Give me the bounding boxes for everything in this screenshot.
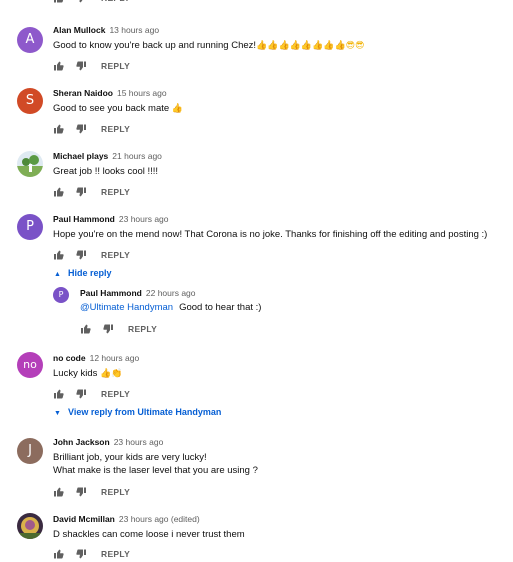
reply-button[interactable]: REPLY — [101, 187, 130, 197]
dislike-icon[interactable] — [75, 123, 87, 135]
like-icon[interactable] — [53, 60, 65, 72]
author-name[interactable]: Sheran Naidoo — [53, 88, 113, 98]
photo-avatar-image — [17, 513, 43, 539]
comment-text: Lucky kids 👍👏 — [53, 368, 123, 379]
like-icon[interactable] — [53, 186, 65, 198]
author-name[interactable]: Michael plays — [53, 151, 108, 161]
dislike-icon[interactable] — [75, 60, 87, 72]
like-icon[interactable] — [80, 323, 92, 335]
emoji: 👍👍👍👍👍👍👍👍😎😎 — [256, 41, 365, 51]
timestamp[interactable]: 22 hours ago — [146, 288, 196, 298]
timestamp[interactable]: 13 hours ago — [109, 25, 159, 35]
comment-actions: REPLY — [53, 0, 153, 6]
author-name[interactable]: Alan Mullock — [53, 25, 105, 35]
reply-button[interactable]: REPLY — [101, 487, 130, 497]
reply-text: @Ultimate Handyman Good to hear that :) — [80, 302, 262, 313]
timestamp[interactable]: 21 hours ago — [112, 151, 162, 161]
reply-button[interactable]: REPLY — [101, 549, 130, 559]
reply-button[interactable]: REPLY — [101, 389, 130, 399]
chevron-down-icon: ▼ — [54, 410, 61, 417]
like-icon[interactable] — [53, 0, 65, 4]
comment-text: D shackles can come loose i never trust … — [53, 529, 245, 540]
comment-header: Alan Mullock 13 hours ago — [53, 25, 159, 35]
mention-link[interactable]: @Ultimate Handyman — [80, 302, 173, 313]
emoji: 👍 — [171, 104, 184, 114]
comment-header: Sheran Naidoo 15 hours ago — [53, 88, 167, 98]
like-icon[interactable] — [53, 249, 65, 261]
avatar[interactable]: no — [17, 352, 43, 378]
comment-text: Brilliant job, your kids are very lucky! — [53, 452, 207, 463]
comment-text-line-2: What make is the laser level that you ar… — [53, 465, 258, 476]
timestamp[interactable]: 12 hours ago — [90, 353, 140, 363]
reply-button[interactable]: REPLY — [101, 0, 130, 3]
dislike-icon[interactable] — [102, 323, 114, 335]
dislike-icon[interactable] — [75, 388, 87, 400]
like-icon[interactable] — [53, 388, 65, 400]
dislike-icon[interactable] — [75, 0, 87, 4]
avatar[interactable]: A — [17, 27, 43, 53]
comment-actions: REPLY — [53, 186, 153, 200]
emoji: 👍👏 — [100, 369, 123, 379]
avatar[interactable]: S — [17, 88, 43, 114]
comment-header: John Jackson 23 hours ago — [53, 437, 163, 447]
author-name[interactable]: John Jackson — [53, 437, 110, 447]
comment-header: no code 12 hours ago — [53, 353, 139, 363]
timestamp[interactable]: 23 hours ago — [119, 214, 169, 224]
comment-actions: REPLY — [53, 388, 153, 402]
author-name[interactable]: Paul Hammond — [80, 288, 142, 298]
avatar[interactable]: J — [17, 438, 43, 464]
timestamp[interactable]: 15 hours ago — [117, 88, 167, 98]
timestamp[interactable]: 23 hours ago — [114, 437, 164, 447]
comment-text: Great job !! looks cool !!!! — [53, 166, 159, 177]
reply-button[interactable]: REPLY — [128, 324, 157, 334]
comment-text: Good to see you back mate 👍 — [53, 103, 184, 114]
avatar[interactable] — [17, 513, 43, 539]
reply-button[interactable]: REPLY — [101, 61, 130, 71]
author-name[interactable]: Paul Hammond — [53, 214, 115, 224]
comment-text: Good to know you're back up and running … — [53, 40, 365, 51]
landscape-avatar-image — [17, 151, 43, 177]
chevron-up-icon: ▲ — [54, 271, 61, 278]
avatar[interactable] — [17, 151, 43, 177]
dislike-icon[interactable] — [75, 249, 87, 261]
like-icon[interactable] — [53, 548, 65, 560]
comment-actions: REPLY — [53, 60, 153, 74]
comment-header: Michael plays 21 hours ago — [53, 151, 162, 161]
comment-actions: REPLY — [53, 123, 153, 137]
view-replies-toggle[interactable]: ▼ View reply from Ultimate Handyman — [54, 407, 221, 417]
comment-header: Paul Hammond 23 hours ago — [53, 214, 169, 224]
dislike-icon[interactable] — [75, 548, 87, 560]
comment-text: Hope you're on the mend now! That Corona… — [53, 229, 488, 240]
reply-button[interactable]: REPLY — [101, 124, 130, 134]
like-icon[interactable] — [53, 486, 65, 498]
hide-replies-toggle[interactable]: ▲ Hide reply — [54, 268, 112, 278]
like-icon[interactable] — [53, 123, 65, 135]
reply-button[interactable]: REPLY — [101, 250, 130, 260]
dislike-icon[interactable] — [75, 486, 87, 498]
reply-actions: REPLY — [80, 323, 180, 337]
comment-actions: REPLY — [53, 486, 153, 500]
comment-actions: REPLY — [53, 249, 153, 263]
timestamp[interactable]: 23 hours ago (edited) — [119, 514, 200, 524]
avatar[interactable]: P — [17, 214, 43, 240]
author-name[interactable]: David Mcmillan — [53, 514, 115, 524]
dislike-icon[interactable] — [75, 186, 87, 198]
author-name[interactable]: no code — [53, 353, 86, 363]
comment-header: David Mcmillan 23 hours ago (edited) — [53, 514, 200, 524]
avatar[interactable]: P — [53, 287, 69, 303]
reply-header: Paul Hammond 22 hours ago — [80, 288, 196, 298]
